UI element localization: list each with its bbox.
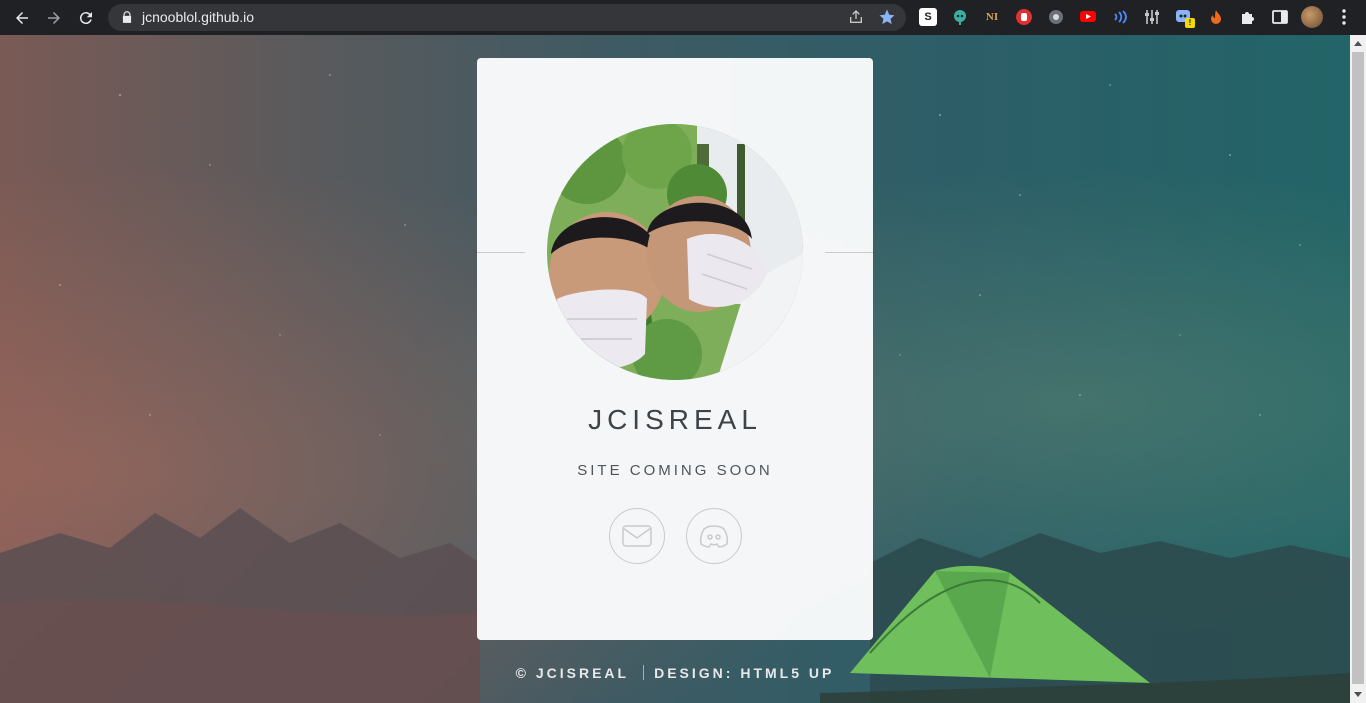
alien-extension-icon[interactable]: [951, 8, 969, 26]
gray-extension-icon[interactable]: [1047, 8, 1065, 26]
arrow-left-icon: [16, 12, 28, 24]
fire-extension-icon[interactable]: [1207, 8, 1225, 26]
wave-extension-icon[interactable]: [1111, 8, 1129, 26]
badge-extension-icon[interactable]: !: [1175, 8, 1195, 28]
red-hand-extension-icon[interactable]: [1015, 8, 1033, 26]
arrow-right-icon: [48, 12, 60, 24]
back-button[interactable]: [10, 6, 34, 30]
divider-right: [825, 252, 873, 253]
email-icon: [622, 525, 652, 547]
s-extension-label: S: [924, 11, 932, 23]
forward-button[interactable]: [42, 6, 66, 30]
discord-icon: [699, 525, 729, 548]
reload-button[interactable]: [74, 6, 98, 30]
footer-copyright: © JCISREAL: [515, 665, 630, 681]
side-panel-icon[interactable]: [1271, 8, 1289, 26]
page-viewport: JCISREAL SITE COMING SOON © JCISREAL DESI…: [0, 35, 1350, 703]
site-owner-name: JCISREAL: [588, 404, 762, 435]
page-footer: © JCISREAL DESIGN: HTML5 UP: [0, 665, 1350, 681]
kebab-menu-icon[interactable]: [1336, 8, 1352, 26]
bookmark-star-icon[interactable]: [878, 8, 896, 26]
scroll-down-arrow-icon[interactable]: [1354, 692, 1362, 697]
site-tagline: SITE COMING SOON: [577, 462, 773, 479]
reload-icon: [79, 12, 92, 25]
puzzle-extensions-icon[interactable]: [1239, 8, 1257, 26]
scroll-up-arrow-icon[interactable]: [1354, 41, 1362, 46]
lock-icon: [122, 11, 132, 23]
footer-design-credit[interactable]: DESIGN: HTML5 UP: [654, 665, 834, 681]
page-scrollbar[interactable]: [1350, 35, 1366, 703]
scrollbar-thumb[interactable]: [1352, 52, 1364, 684]
address-bar[interactable]: jcnooblol.github.io: [108, 4, 906, 31]
profile-card: JCISREAL SITE COMING SOON: [477, 58, 873, 640]
youtube-extension-icon[interactable]: [1079, 8, 1097, 26]
extension-badge: !: [1185, 18, 1195, 28]
sliders-extension-icon[interactable]: [1143, 8, 1161, 26]
url-text: jcnooblol.github.io: [142, 9, 255, 25]
share-icon[interactable]: [848, 9, 864, 25]
social-links: [477, 508, 873, 564]
s-extension-icon[interactable]: S: [919, 8, 937, 26]
footer-separator: [643, 665, 645, 680]
divider-left: [477, 252, 525, 253]
ni-extension-label: NI: [985, 11, 999, 23]
browser-toolbar: jcnooblol.github.io S NI !: [0, 0, 1366, 35]
profile-avatar[interactable]: [1301, 6, 1323, 28]
ni-extension-icon[interactable]: NI: [983, 8, 1001, 26]
email-link[interactable]: [609, 508, 665, 564]
profile-photo: [547, 124, 803, 380]
discord-link[interactable]: [686, 508, 742, 564]
